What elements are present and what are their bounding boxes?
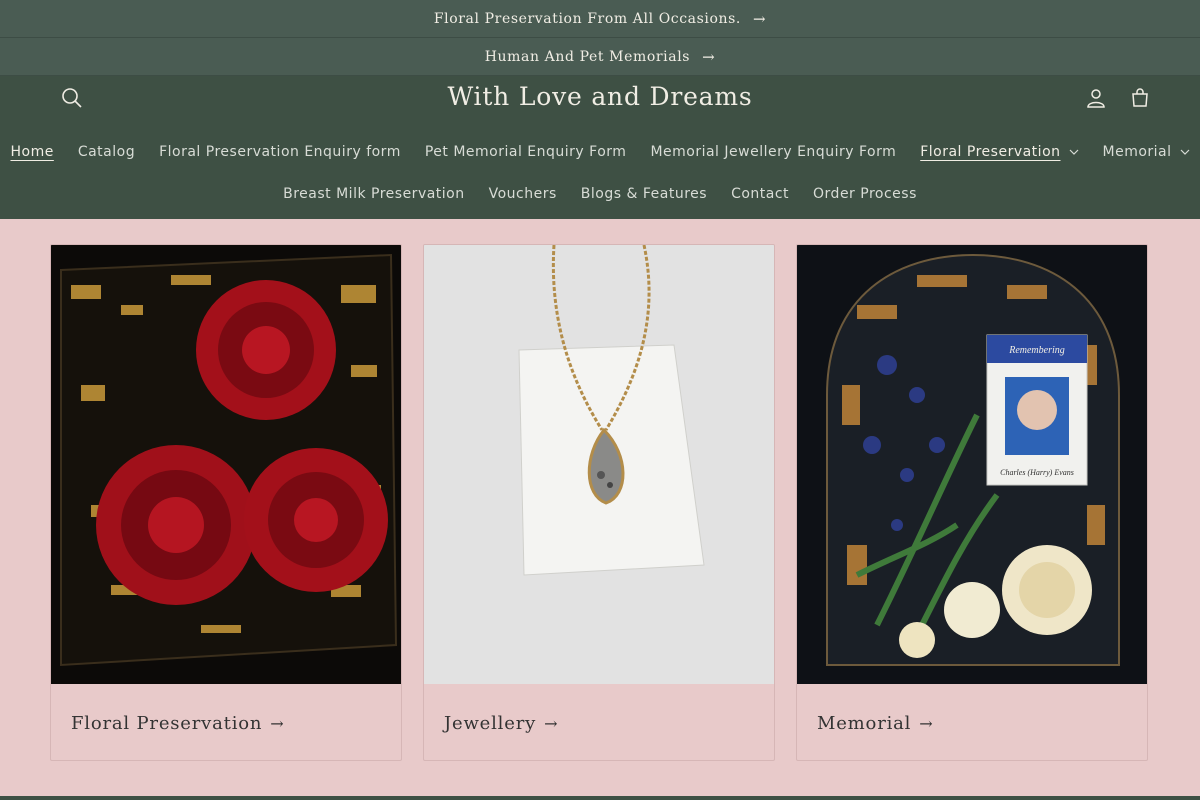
nav-item-floral-enquiry[interactable]: Floral Preservation Enquiry form [147, 140, 413, 164]
nav-item-blogs[interactable]: Blogs & Features [569, 182, 719, 206]
collection-card-jewellery[interactable]: Jewellery → [423, 244, 775, 761]
footer-top-edge [0, 796, 1200, 800]
nav-item-pet-memorial-enquiry[interactable]: Pet Memorial Enquiry Form [413, 140, 639, 164]
memorial-caption-text: Charles (Harry) Evans [1000, 468, 1074, 477]
account-icon[interactable] [1084, 86, 1108, 110]
nav-item-memorial[interactable]: Memorial [1091, 140, 1200, 164]
necklace-image [424, 245, 774, 684]
arrow-right-icon: → [544, 713, 559, 733]
cart-icon[interactable] [1128, 86, 1152, 110]
nav-item-vouchers[interactable]: Vouchers [477, 182, 569, 206]
memorial-resin-arch-image: Remembering Charles (Harry) Evans [797, 245, 1147, 684]
site-header: With Love and Dreams Home Catalog Floral… [0, 76, 1200, 219]
announcement-text: Floral Preservation From All Occasions. [433, 10, 741, 27]
collection-title[interactable]: Jewellery → [424, 684, 774, 760]
nav-item-home[interactable]: Home [0, 140, 66, 164]
announcement-text: Human And Pet Memorials [484, 48, 691, 65]
announcement-bar-1[interactable]: Floral Preservation From All Occasions. … [0, 0, 1200, 38]
site-logo[interactable]: With Love and Dreams [0, 82, 1200, 111]
chevron-down-icon [1069, 149, 1078, 155]
announcement-bar-2[interactable]: Human And Pet Memorials → [0, 38, 1200, 76]
nav-item-breast-milk[interactable]: Breast Milk Preservation [271, 182, 477, 206]
collection-title[interactable]: Memorial → [797, 684, 1147, 760]
arrow-right-icon: → [270, 713, 285, 733]
collection-grid: Floral Preservation → Jewellery → Rememb… [50, 244, 1148, 761]
nav-item-catalog[interactable]: Catalog [66, 140, 147, 164]
arrow-right-icon: → [702, 47, 716, 66]
arrow-right-icon: → [919, 713, 934, 733]
arrow-right-icon: → [752, 9, 767, 28]
chevron-down-icon [1180, 149, 1189, 155]
main-nav-row-1: Home Catalog Floral Preservation Enquiry… [0, 140, 1200, 164]
collection-card-memorial[interactable]: Remembering Charles (Harry) Evans Memori… [796, 244, 1148, 761]
nav-item-floral-preservation[interactable]: Floral Preservation [908, 140, 1090, 164]
memorial-banner-text: Remembering [1008, 345, 1065, 356]
nav-item-order-process[interactable]: Order Process [801, 182, 929, 206]
collection-title[interactable]: Floral Preservation → [51, 684, 401, 760]
floral-resin-block-image [51, 245, 401, 684]
nav-item-jewellery-enquiry[interactable]: Memorial Jewellery Enquiry Form [638, 140, 908, 164]
main-nav-row-2: Breast Milk Preservation Vouchers Blogs … [0, 182, 1200, 206]
nav-item-contact[interactable]: Contact [719, 182, 801, 206]
collection-card-floral[interactable]: Floral Preservation → [50, 244, 402, 761]
